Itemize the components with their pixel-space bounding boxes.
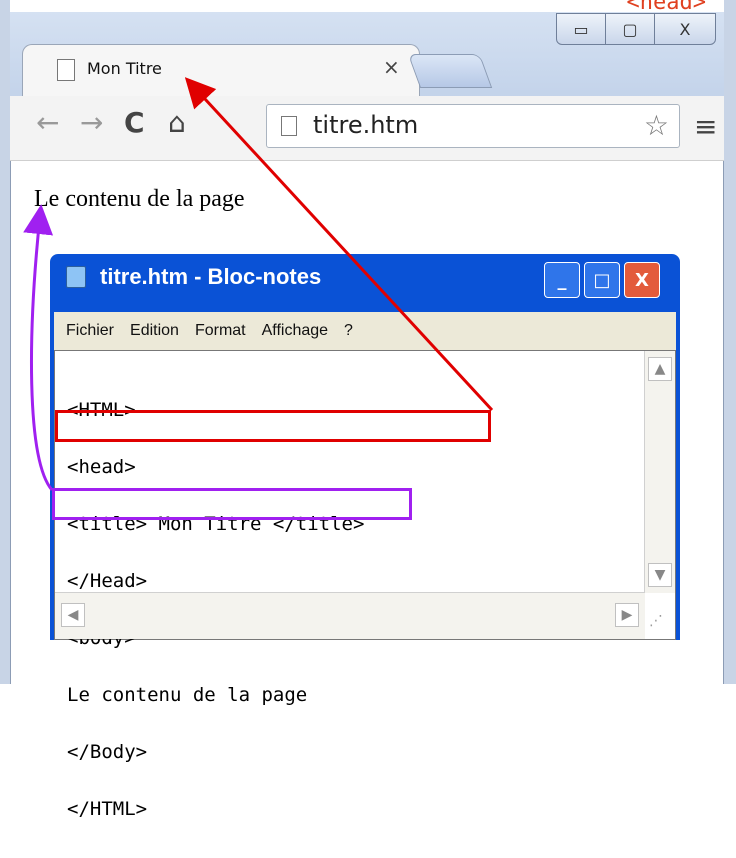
scroll-left-icon[interactable]: ◀: [61, 603, 85, 627]
page-icon: [57, 59, 75, 81]
notepad-minimize-button[interactable]: _: [544, 262, 580, 298]
content-arrow: [23, 204, 54, 491]
editor-line: </Body>: [67, 741, 148, 763]
notepad-maximize-button[interactable]: □: [584, 262, 620, 298]
star-icon[interactable]: ☆: [644, 109, 669, 142]
reload-icon[interactable]: C: [124, 106, 145, 139]
editor-line: <head>: [67, 456, 136, 478]
window-controls: ▭ ▢ X: [556, 13, 716, 45]
forward-icon[interactable]: →: [80, 106, 103, 139]
minimize-button[interactable]: ▭: [556, 13, 606, 45]
scroll-down-icon[interactable]: ▼: [648, 563, 672, 587]
window-right-border: [723, 0, 736, 684]
resize-grip-icon[interactable]: ⋰: [649, 613, 673, 637]
menu-icon[interactable]: ≡: [694, 110, 717, 143]
content-highlight: [52, 488, 412, 520]
notepad-menubar: Fichier Edition Format Affichage ?: [54, 312, 676, 350]
title-highlight: [55, 410, 491, 442]
notepad-window-controls: _ □ X: [544, 262, 660, 298]
tab-close-icon[interactable]: ×: [383, 55, 400, 79]
scroll-right-icon[interactable]: ▶: [615, 603, 639, 627]
notepad-close-button[interactable]: X: [624, 262, 660, 298]
menu-edition[interactable]: Edition: [130, 322, 179, 340]
editor-line: Le contenu de la page: [67, 684, 308, 706]
address-text: titre.htm: [313, 111, 419, 139]
notepad-title: titre.htm - Bloc-notes: [100, 264, 322, 289]
editor-line: </HTML>: [67, 798, 148, 820]
horizontal-scrollbar[interactable]: ◀ ▶: [55, 592, 645, 639]
notepad-window: titre.htm - Bloc-notes _ □ X Fichier Edi…: [50, 254, 680, 819]
menu-help[interactable]: ?: [344, 322, 353, 340]
tab-title: Mon Titre: [87, 59, 162, 78]
browser-toolbar: ← → C ⌂ titre.htm ☆ ≡: [10, 96, 724, 161]
page-content: Le contenu de la page: [34, 186, 245, 212]
menu-format[interactable]: Format: [195, 322, 246, 340]
address-bar[interactable]: titre.htm ☆: [266, 104, 680, 148]
top-strip: <head>: [10, 0, 724, 15]
close-button[interactable]: X: [654, 13, 716, 45]
maximize-button[interactable]: ▢: [605, 13, 655, 45]
back-icon[interactable]: ←: [36, 106, 59, 139]
home-icon[interactable]: ⌂: [168, 106, 186, 139]
menu-fichier[interactable]: Fichier: [66, 322, 114, 340]
notepad-icon: [66, 266, 86, 288]
tab-active[interactable]: Mon Titre ×: [22, 44, 420, 97]
scroll-up-icon[interactable]: ▲: [648, 357, 672, 381]
editor-line: </Head>: [67, 570, 148, 592]
notepad-titlebar: titre.htm - Bloc-notes _ □ X: [60, 254, 670, 298]
new-tab-button[interactable]: [407, 54, 493, 88]
page-icon: [281, 116, 297, 136]
browser-window: <head> ▭ ▢ X Mon Titre × ← → C ⌂ titre.h…: [0, 0, 736, 819]
menu-affichage[interactable]: Affichage: [262, 322, 328, 340]
vertical-scrollbar[interactable]: ▲ ▼: [644, 351, 675, 593]
